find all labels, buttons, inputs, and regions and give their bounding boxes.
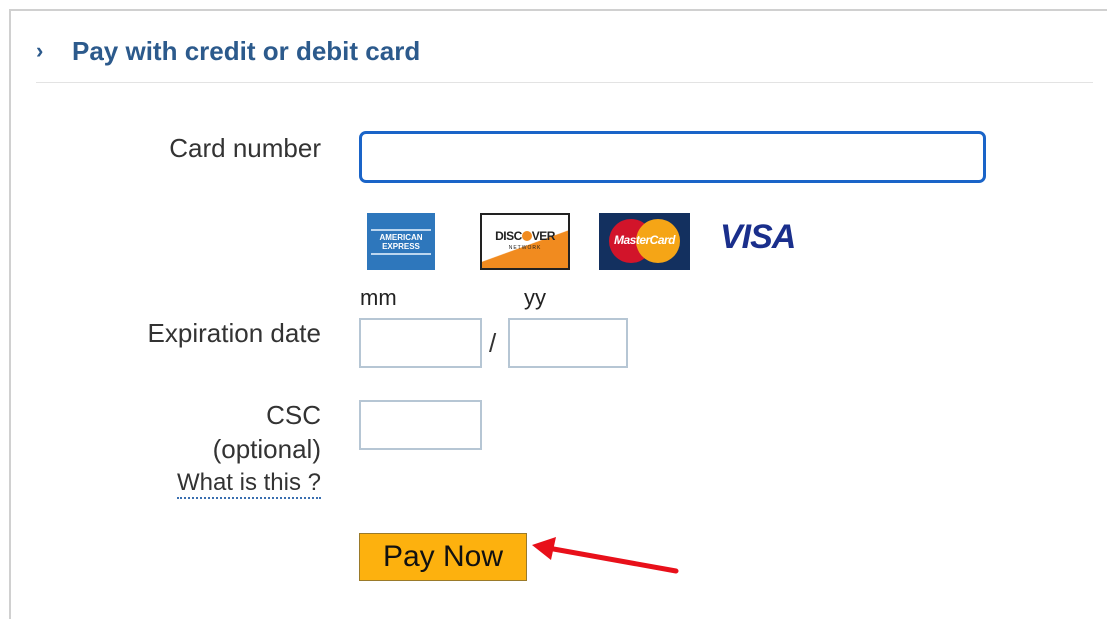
csc-optional-text: (optional) — [212, 434, 321, 464]
discover-o-icon — [521, 231, 532, 241]
discover-logo-sub: NETWORK — [508, 245, 542, 251]
red-arrow-icon — [532, 537, 679, 574]
csc-label: CSC (optional) — [213, 398, 321, 466]
expiration-date-label: Expiration date — [147, 318, 321, 348]
mastercard-logo: MasterCard — [599, 213, 690, 270]
section-header[interactable]: › Pay with credit or debit card — [36, 34, 1093, 83]
card-number-input[interactable] — [359, 131, 986, 183]
mastercard-logo-text: MasterCard — [613, 233, 676, 247]
expiration-month-input[interactable] — [359, 318, 482, 368]
discover-logo: DISC VER NETWORK — [480, 213, 570, 270]
date-separator: / — [489, 328, 497, 358]
section-title[interactable]: Pay with credit or debit card — [72, 36, 420, 67]
month-sublabel: mm — [360, 285, 397, 310]
card-number-label: Card number — [169, 133, 321, 163]
amex-logo-line1: AMERICAN — [379, 233, 423, 242]
csc-input[interactable] — [359, 400, 482, 450]
year-sublabel: yy — [524, 285, 546, 310]
amex-logo: AMERICAN EXPRESS — [367, 213, 435, 270]
visa-logo: VISA — [720, 218, 796, 256]
expiration-year-input[interactable] — [508, 318, 628, 368]
pay-now-button[interactable]: Pay Now — [359, 533, 527, 581]
csc-help-link[interactable]: What is this ? — [176, 469, 321, 499]
content-frame — [9, 9, 1107, 619]
amex-logo-line2: EXPRESS — [382, 242, 420, 251]
discover-logo-post: VER — [531, 229, 556, 243]
chevron-right-icon: › — [36, 38, 44, 63]
csc-label-text: CSC — [266, 400, 321, 430]
discover-logo-pre: DISC — [495, 229, 522, 243]
